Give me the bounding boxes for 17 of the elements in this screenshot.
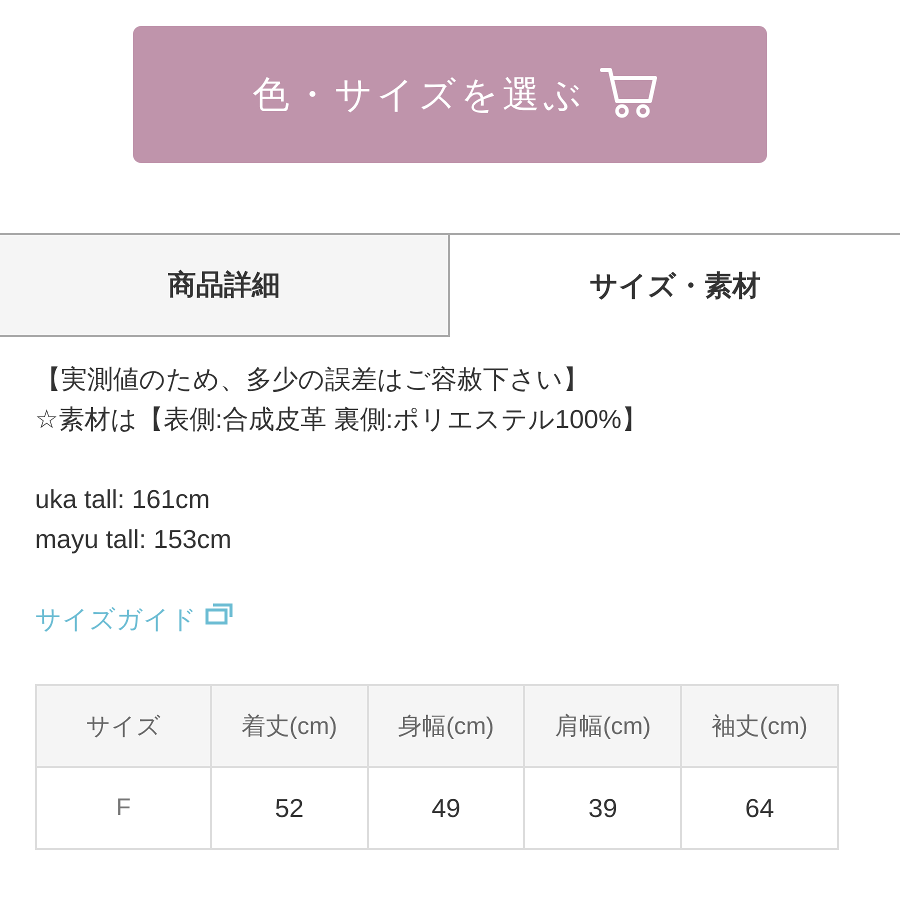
table-header-cell: 身幅(cm) [368,685,524,767]
cart-icon [600,66,658,118]
table-header-cell: 肩幅(cm) [524,685,682,767]
table-header-cell: サイズ [36,685,211,767]
model-height-text: uka tall: 161cm [35,483,211,516]
table-cell: 39 [524,767,682,849]
table-header-cell: 袖丈(cm) [681,685,838,767]
note-text: 【実測値のため、多少の誤差はご容赦下さい】 [35,363,590,396]
table-cell: 52 [210,767,368,849]
table-header-cell: 着丈(cm) [210,685,368,767]
tab[interactable]: 商品詳細 [0,235,450,337]
external-link-icon [205,603,233,625]
model-height-text: mayu tall: 153cm [35,523,233,556]
row-header-cell: F [36,767,211,849]
table-cell: 49 [368,767,524,849]
table-cell: 64 [681,767,838,849]
note-text: ☆素材は【表側:合成皮革 裏側:ポリエステル100%】 [35,403,648,436]
